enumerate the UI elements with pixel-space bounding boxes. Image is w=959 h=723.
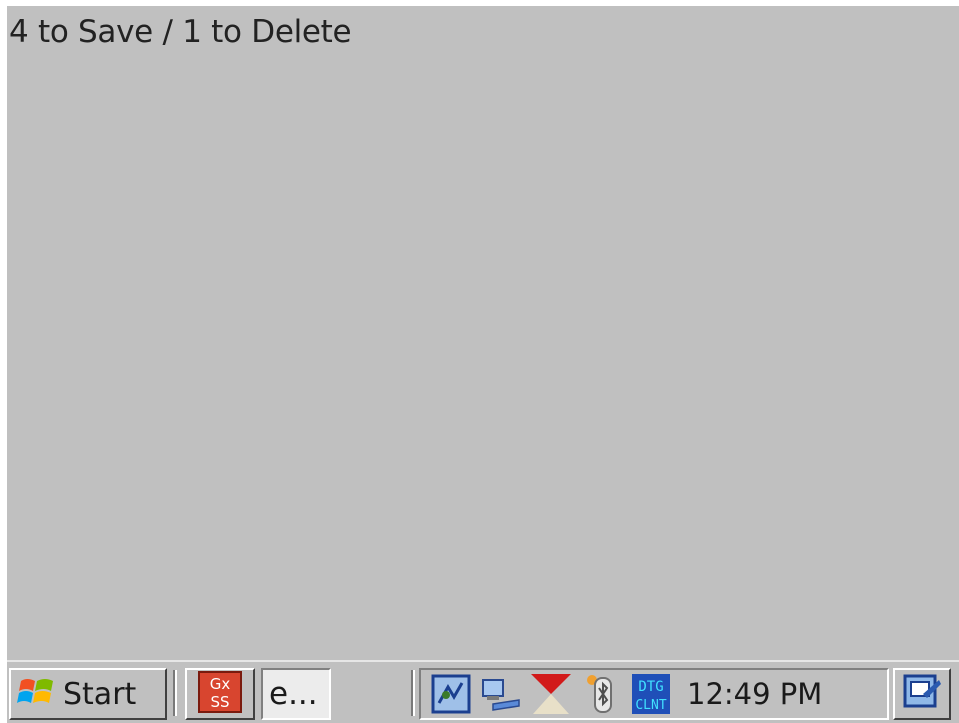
- windows-flag-icon: [17, 673, 57, 715]
- gxss-app-icon: Gx SS: [198, 671, 242, 717]
- svg-text:SS: SS: [210, 693, 229, 711]
- start-button[interactable]: Start: [9, 668, 167, 720]
- taskbar-separator: [173, 670, 177, 716]
- device-screen: 4 to Save / 1 to Delete Start Gx SS e...…: [7, 6, 959, 723]
- svg-text:Gx: Gx: [210, 675, 231, 693]
- task-label: e...: [269, 676, 318, 712]
- task-button-gxss[interactable]: Gx SS: [185, 668, 255, 720]
- taskbar: Start Gx SS e... DTG CLNT 12:49 PM: [7, 660, 959, 723]
- show-desktop-icon: [901, 672, 943, 716]
- task-button-e[interactable]: e...: [261, 668, 331, 720]
- tray-separator: [411, 670, 415, 716]
- signal-strength-icon[interactable]: [529, 672, 573, 716]
- svg-text:DTG: DTG: [638, 679, 663, 695]
- network-connection-icon[interactable]: [429, 672, 473, 716]
- system-tray: DTG CLNT 12:49 PM: [419, 668, 889, 720]
- app-window: 4 to Save / 1 to Delete: [7, 6, 959, 660]
- dtg-client-icon[interactable]: DTG CLNT: [629, 672, 673, 716]
- start-label: Start: [63, 676, 137, 712]
- bluetooth-icon[interactable]: [579, 672, 623, 716]
- show-desktop-button[interactable]: [893, 668, 951, 720]
- prompt-text: 4 to Save / 1 to Delete: [9, 14, 352, 50]
- clock[interactable]: 12:49 PM: [687, 677, 822, 711]
- svg-text:CLNT: CLNT: [635, 698, 666, 713]
- activesync-computer-icon[interactable]: [479, 672, 523, 716]
